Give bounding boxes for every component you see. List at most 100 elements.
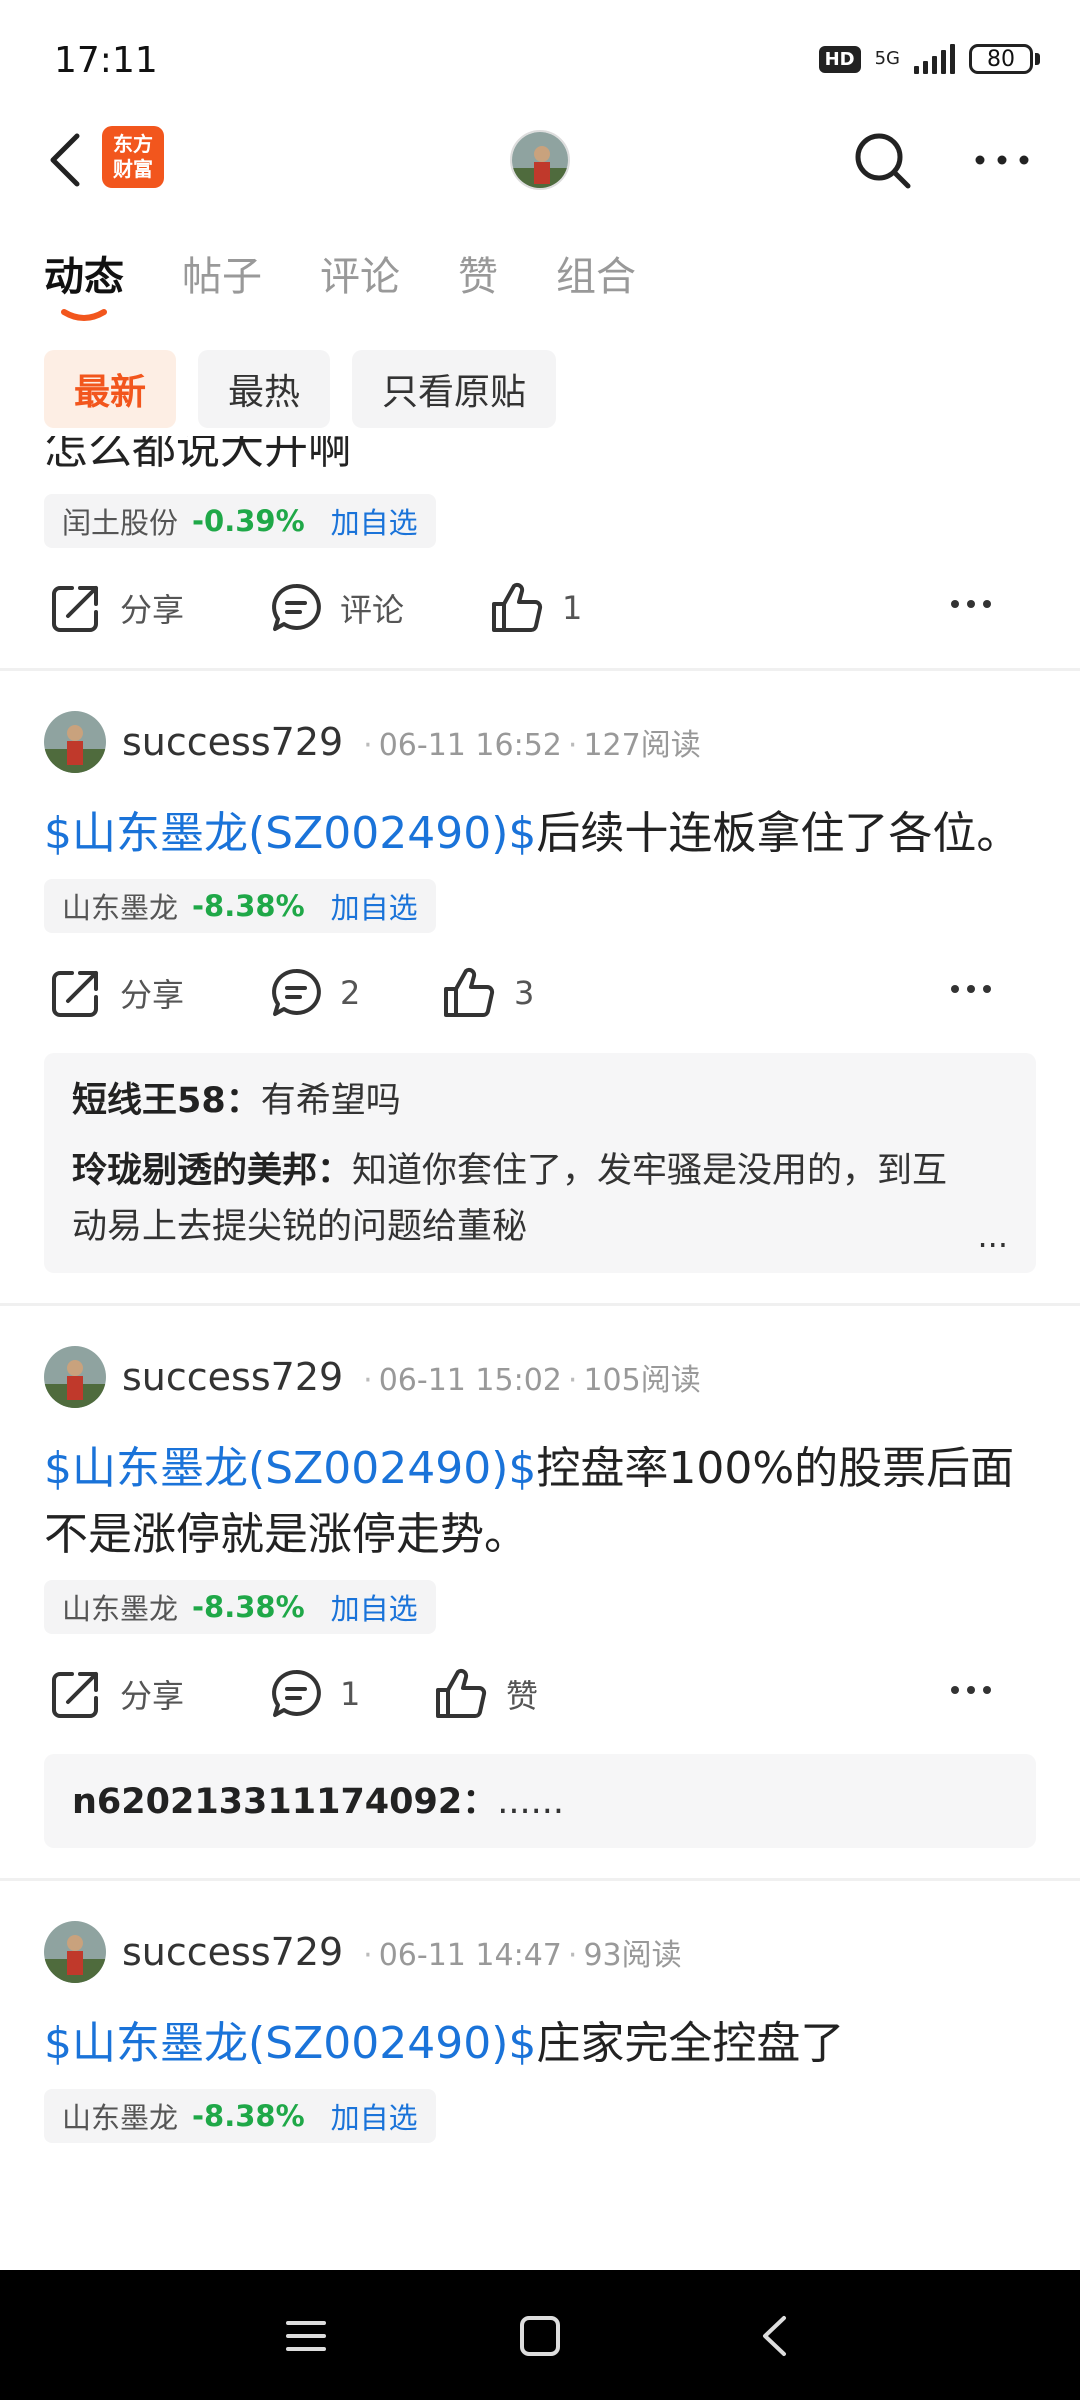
comment-count: 评论 [340,591,405,629]
add-watchlist-button[interactable]: 加自选 [331,2095,418,2137]
nav-back-icon[interactable] [744,2306,804,2366]
add-watchlist-button[interactable]: 加自选 [331,885,418,927]
stock-tag[interactable]: 山东墨龙 -8.38% 加自选 [44,2089,436,2143]
comment-preview[interactable]: 短线王58：有希望吗 玲珑剔透的美邦：知道你套住了，发牢骚是没用的，到互动易上去… [44,1053,1036,1273]
stock-tag[interactable]: 闰土股份 -0.39% 加自选 [44,494,436,548]
comment-count: 1 [340,1675,361,1713]
author-name[interactable]: success729 [122,720,343,764]
comment-icon [272,1669,321,1717]
comment-user[interactable]: 短线王58： [72,1081,261,1121]
filter-original-only[interactable]: 只看原贴 [352,350,557,428]
stock-ticker-link[interactable]: $山东墨龙(SZ002490)$ [44,808,536,859]
home-square-icon[interactable] [510,2306,570,2366]
more-dots-icon[interactable] [970,136,1034,184]
post-text: 怎么都说大开啊 [44,436,352,474]
comment-button[interactable]: 1 [270,1668,360,1720]
post-more-icon[interactable] [950,1680,992,1699]
tab-label: 帖子 [182,254,262,300]
comment-icon [272,583,321,631]
profile-tabs: 动态 帖子 评论 赞 组合 [44,244,636,321]
app-logo[interactable]: 东方 财富 [102,126,164,188]
tab-posts[interactable]: 帖子 [182,244,262,302]
status-bar: 17:11 HD 5G 80 [0,0,1080,120]
author-name[interactable]: success729 [122,1355,343,1399]
tab-active-indicator [61,309,107,321]
comment-icon [272,968,321,1016]
post-text[interactable]: $山东墨龙(SZ002490)$控盘率100%的股票后面不是涨停就是涨停走势。 [44,1436,1036,1568]
stock-name: 山东墨龙 [62,1592,179,1626]
battery-level: 80 [969,44,1033,74]
comment-preview[interactable]: n620213311174092：...... [44,1754,1036,1848]
comment-more-indicator[interactable]: ... [977,1217,1008,1255]
stock-name: 山东墨龙 [62,891,179,925]
post-meta: · 06-11 16:52 · 127阅读 [363,728,701,763]
stock-name: 山东墨龙 [62,2101,179,2135]
post-meta: · 06-11 15:02 · 105阅读 [363,1363,701,1398]
comment-item: 短线王58：有希望吗 [72,1073,1008,1129]
share-icon [52,971,98,1017]
post-item[interactable]: success729 · 06-11 14:47 · 93阅读 $山东墨龙(SZ002… [0,1881,1080,2143]
stock-ticker-link[interactable]: $山东墨龙(SZ002490)$ [44,1443,536,1494]
share-icon [52,1672,98,1718]
share-label: 分享 [120,591,185,629]
stock-ticker-link[interactable]: $山东墨龙(SZ002490)$ [44,2018,536,2069]
add-watchlist-button[interactable]: 加自选 [331,1586,418,1628]
post-feed: 怎么都说大开啊 闰土股份 -0.39% 加自选 分享 评论 1 success7… [0,436,1080,2270]
tab-portfolios[interactable]: 组合 [556,244,636,302]
share-button[interactable]: 分享 [50,582,184,634]
top-app-bar: 东方 财富 [0,110,1080,210]
avatar[interactable] [44,711,106,773]
stock-change: -0.39% [192,504,305,538]
avatar[interactable] [510,130,570,190]
comment-button[interactable]: 评论 [270,582,404,634]
post-reads: 127阅读 [583,728,701,763]
stock-change: -8.38% [192,889,305,923]
tab-likes[interactable]: 赞 [458,244,498,302]
like-button[interactable]: 1 [490,582,582,634]
thumbs-up-icon [444,967,495,1017]
menu-icon[interactable] [276,2306,336,2366]
post-body: 后续十连板拿住了各位。 [536,808,1021,859]
thumbs-up-icon [436,1668,487,1718]
post-text[interactable]: $山东墨龙(SZ002490)$后续十连板拿住了各位。 [44,801,1036,867]
battery-icon: 80 [969,44,1040,74]
status-icons: HD 5G 80 [818,44,1040,74]
post-more-icon[interactable] [950,594,992,613]
post-item[interactable]: success729 · 06-11 16:52 · 127阅读 $山东墨龙(SZ00… [0,671,1080,1306]
author-name[interactable]: success729 [122,1930,343,1974]
author-row: success729 · 06-11 15:02 · 105阅读 [44,1306,1036,1436]
like-button[interactable]: 赞 [434,1668,538,1720]
comment-user[interactable]: n620213311174092： [72,1782,497,1822]
author-row: success729 · 06-11 14:47 · 93阅读 [44,1881,1036,2011]
status-time: 17:11 [54,40,158,81]
comment-text: 有希望吗 [260,1081,401,1121]
post-item[interactable]: 怎么都说大开啊 闰土股份 -0.39% 加自选 分享 评论 1 [0,436,1080,671]
post-more-icon[interactable] [950,979,992,998]
avatar[interactable] [44,1921,106,1983]
like-button[interactable]: 3 [442,967,534,1019]
share-label: 分享 [120,1677,185,1715]
search-icon[interactable] [850,128,914,192]
filter-hottest[interactable]: 最热 [198,350,331,428]
share-label: 分享 [120,976,185,1014]
back-arrow-icon[interactable] [38,128,90,192]
filter-latest[interactable]: 最新 [44,350,177,428]
post-actions: 分享 1 赞 [44,1634,1036,1754]
avatar[interactable] [44,1346,106,1408]
comment-button[interactable]: 2 [270,967,360,1019]
tab-dynamics[interactable]: 动态 [44,244,124,321]
stock-tag[interactable]: 山东墨龙 -8.38% 加自选 [44,1580,436,1634]
comment-user[interactable]: 玲珑剔透的美邦： [72,1151,352,1191]
post-text[interactable]: $山东墨龙(SZ002490)$庄家完全控盘了 [44,2011,1036,2077]
post-actions: 分享 评论 1 [44,548,1036,668]
add-watchlist-button[interactable]: 加自选 [331,500,418,542]
tab-label: 赞 [458,254,498,300]
share-button[interactable]: 分享 [50,1668,184,1720]
post-item[interactable]: success729 · 06-11 15:02 · 105阅读 $山东墨龙(SZ00… [0,1306,1080,1881]
stock-change: -8.38% [192,1590,305,1624]
post-time: 06-11 16:52 [378,728,562,763]
stock-tag[interactable]: 山东墨龙 -8.38% 加自选 [44,879,436,933]
like-count: 3 [514,974,535,1012]
tab-comments[interactable]: 评论 [320,244,400,302]
share-button[interactable]: 分享 [50,967,184,1019]
